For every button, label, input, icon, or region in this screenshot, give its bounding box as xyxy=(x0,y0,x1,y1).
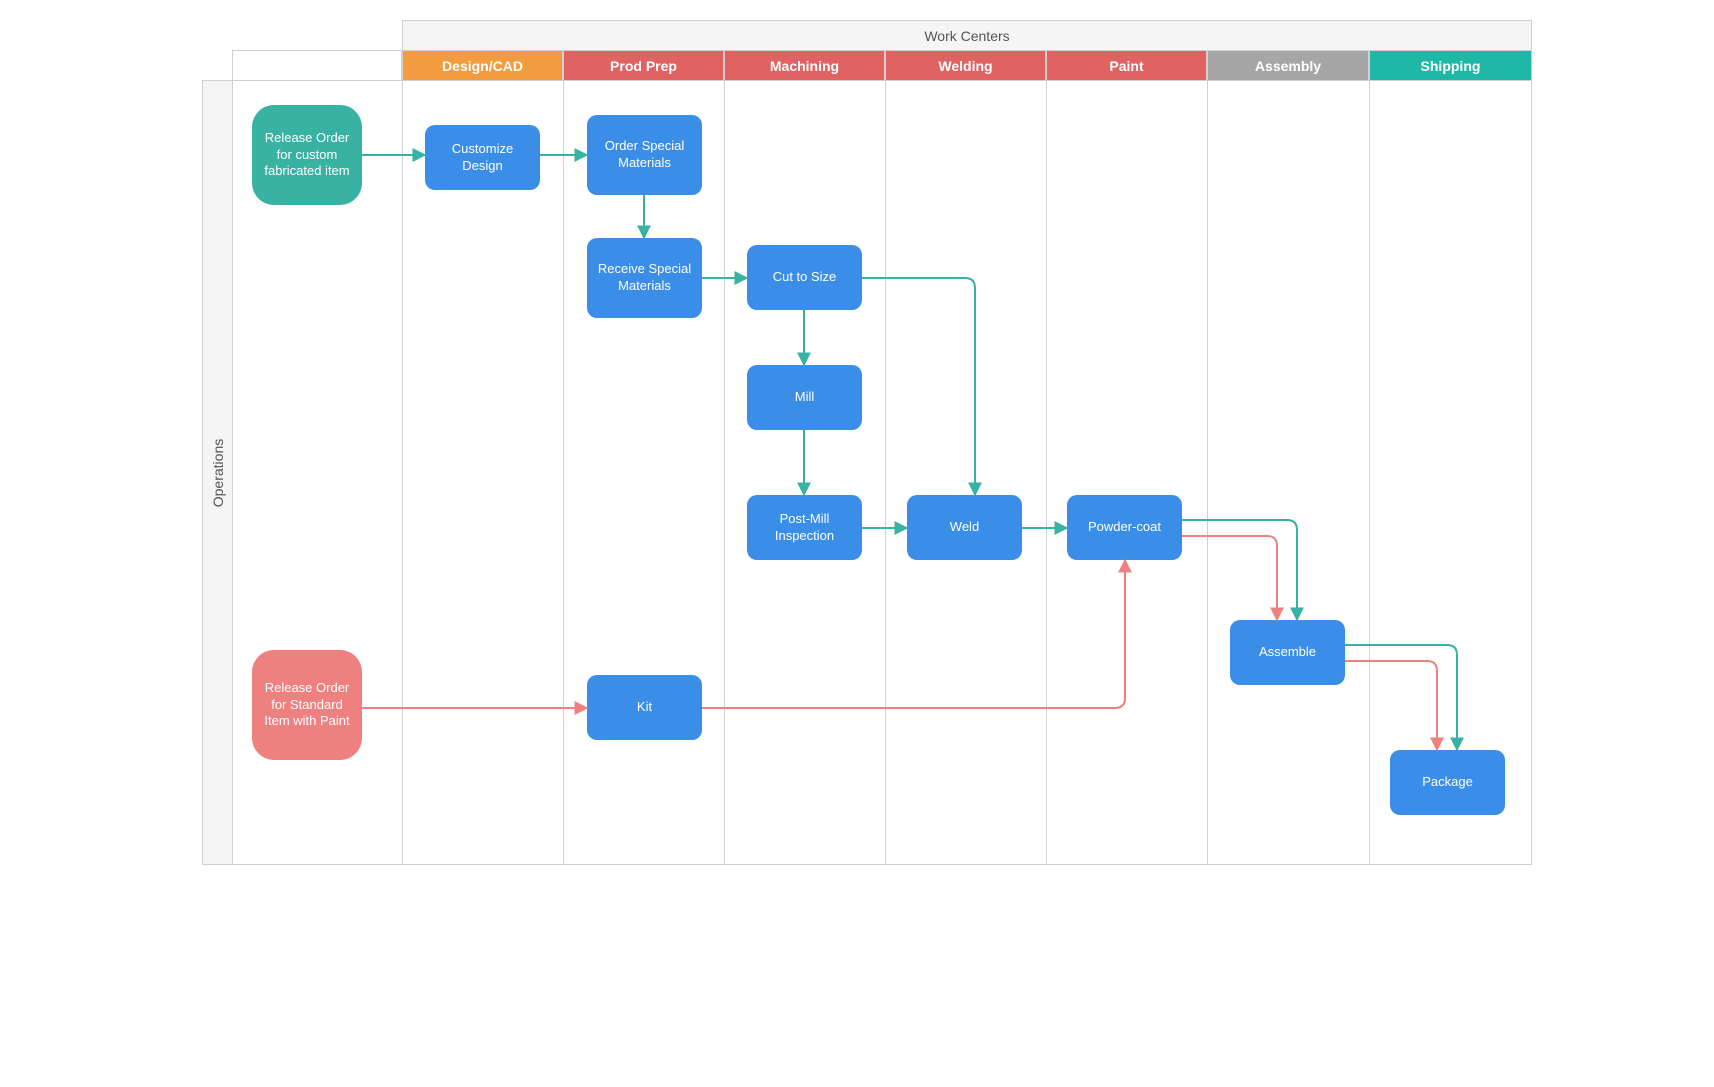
swimlane-diagram: Work Centers Operations Design/CAD Prod … xyxy=(182,20,1532,880)
top-header: Work Centers xyxy=(402,20,1532,50)
node-powder-coat: Powder-coat xyxy=(1067,495,1182,560)
node-mill: Mill xyxy=(747,365,862,430)
node-weld: Weld xyxy=(907,495,1022,560)
col-head-paint: Paint xyxy=(1046,50,1207,80)
col-head-machining: Machining xyxy=(724,50,885,80)
node-receive-materials: Receive Special Materials xyxy=(587,238,702,318)
col-head-design: Design/CAD xyxy=(402,50,563,80)
node-customize-design: Customize Design xyxy=(425,125,540,190)
col-head-welding: Welding xyxy=(885,50,1046,80)
col-head-assembly: Assembly xyxy=(1207,50,1369,80)
node-cut-to-size: Cut to Size xyxy=(747,245,862,310)
col-head-prodprep: Prod Prep xyxy=(563,50,724,80)
node-post-mill: Post-Mill Inspection xyxy=(747,495,862,560)
node-package: Package xyxy=(1390,750,1505,815)
node-order-materials: Order Special Materials xyxy=(587,115,702,195)
main-body xyxy=(232,80,1532,865)
col-head-shipping: Shipping xyxy=(1369,50,1532,80)
node-release-standard: Release Order for Standard Item with Pai… xyxy=(252,650,362,760)
node-assemble: Assemble xyxy=(1230,620,1345,685)
left-header-label: Operations xyxy=(210,438,226,506)
node-release-custom: Release Order for custom fabricated item xyxy=(252,105,362,205)
top-left-spacer xyxy=(232,50,402,80)
node-kit: Kit xyxy=(587,675,702,740)
left-header: Operations xyxy=(202,80,232,865)
